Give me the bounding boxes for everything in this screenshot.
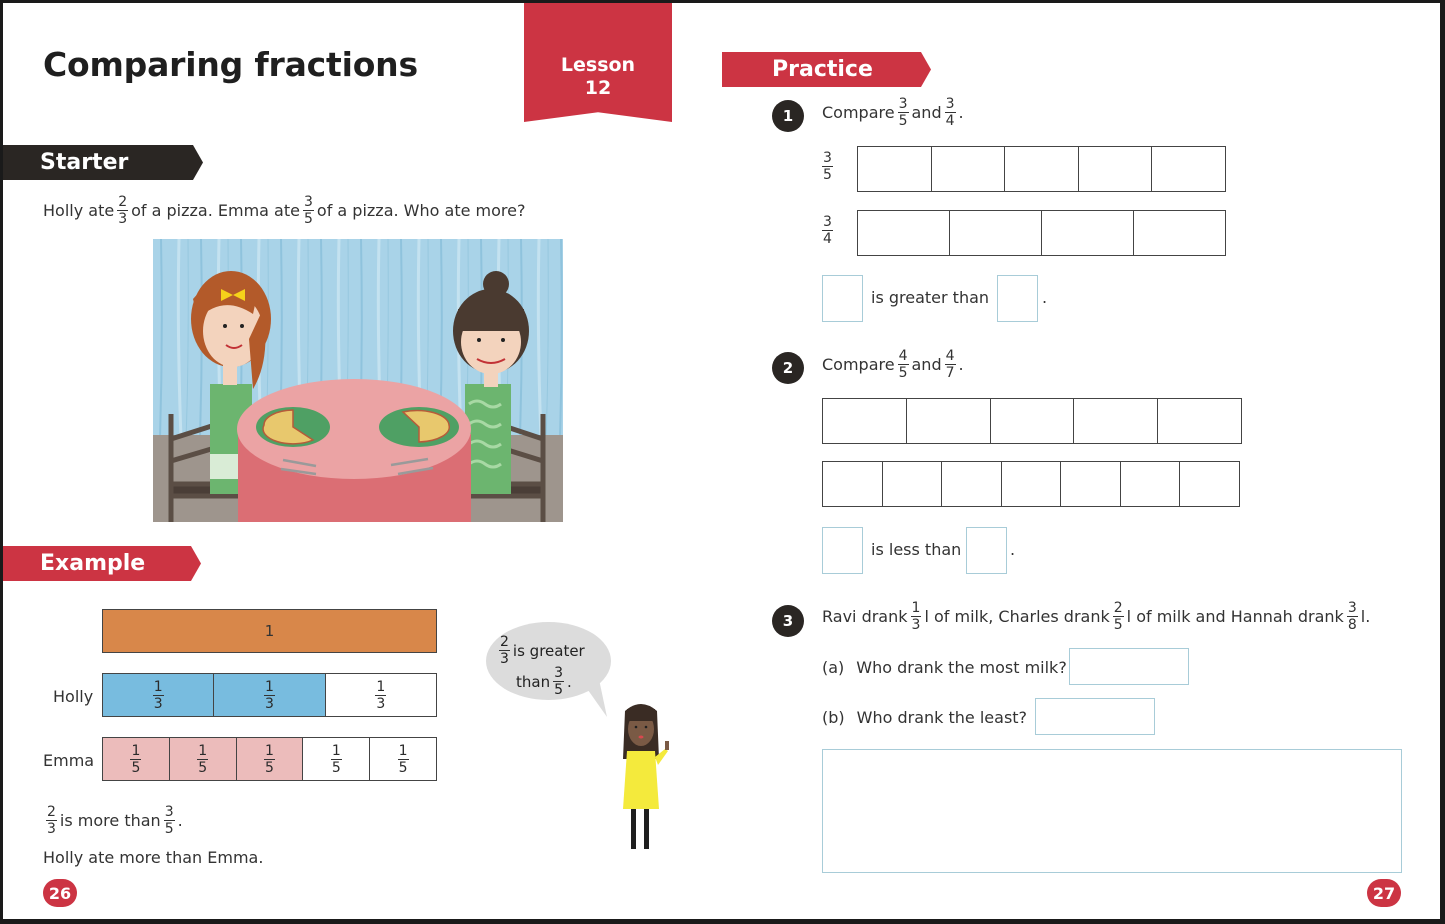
question-number-3: 3 <box>772 605 804 637</box>
whole-bar: 1 <box>102 609 437 653</box>
answer-sentence: is greater than <box>871 288 990 307</box>
strip-segment[interactable] <box>1074 399 1159 443</box>
strip-segment[interactable] <box>1061 462 1121 506</box>
strip-segment[interactable] <box>991 399 1075 443</box>
strip-segment[interactable] <box>1158 399 1241 443</box>
girl-character-illustration <box>623 704 669 849</box>
page-number-right: 27 <box>1367 879 1401 907</box>
holly-fraction-bar: 13 13 13 <box>102 673 437 717</box>
strip-segment[interactable] <box>942 462 1002 506</box>
strip-segment[interactable] <box>1152 147 1225 191</box>
strip-segment[interactable] <box>907 399 991 443</box>
lesson-banner: Lesson 12 <box>524 3 672 122</box>
answer-box-least-milk[interactable] <box>1035 698 1155 735</box>
answer-box-greater[interactable] <box>966 527 1007 574</box>
fraction: 15 <box>130 742 142 776</box>
example-conclusion: 23 is more than 35 . <box>46 804 183 837</box>
unshaded-fraction-cell: 15 <box>370 738 436 780</box>
strip-segment[interactable] <box>823 462 883 506</box>
strip-segment[interactable] <box>858 147 932 191</box>
fraction: 35 <box>302 194 314 227</box>
workbook-spread: Comparing fractions Lesson 12 Starter Ho… <box>3 3 1440 919</box>
answer-box-lesser[interactable] <box>997 275 1038 322</box>
strip-segment[interactable] <box>1042 211 1134 255</box>
sub-question-a: (a) Who drank the most milk? <box>822 658 1067 677</box>
question-text: of a pizza. Who ate more? <box>316 201 526 220</box>
strip-segment[interactable] <box>858 211 950 255</box>
shaded-fraction-cell: 15 <box>236 738 304 780</box>
shaded-fraction-cell: 15 <box>103 738 170 780</box>
working-area[interactable] <box>822 749 1402 873</box>
question-number-1: 1 <box>772 100 804 132</box>
fraction-strip-quarters[interactable] <box>857 210 1226 256</box>
fraction: 13 <box>375 678 387 712</box>
page-title: Comparing fractions <box>43 45 418 84</box>
question-text: of a pizza. Emma ate <box>131 201 300 220</box>
round-table <box>237 379 471 522</box>
lesson-number: 12 <box>584 77 612 99</box>
answer-box-less[interactable] <box>822 527 863 574</box>
strip-segment[interactable] <box>932 147 1006 191</box>
fraction: 15 <box>197 742 209 776</box>
strip-segment[interactable] <box>883 462 943 506</box>
fraction-strip-fifths[interactable] <box>822 398 1242 444</box>
fraction: 13 <box>152 678 164 712</box>
question-1-prompt: Compare 35 and 34 . <box>822 96 964 129</box>
unshaded-fraction-cell: 15 <box>303 738 371 780</box>
strip-segment[interactable] <box>1180 462 1239 506</box>
question-2-prompt: Compare 45 and 47 . <box>822 348 964 381</box>
question-3-prompt: Ravi drank 13 l of milk, Charles drank 2… <box>822 600 1371 633</box>
emma-pizza-plate <box>379 407 459 447</box>
bar-label-fraction: 35 <box>822 150 833 183</box>
answer-box-greater[interactable] <box>822 275 863 322</box>
answer-period: . <box>1010 540 1016 559</box>
emma-fraction-bar: 15 15 15 15 15 <box>102 737 437 781</box>
fraction: 15 <box>397 742 409 776</box>
fraction: 15 <box>330 742 342 776</box>
whole-bar-label: 1 <box>264 622 275 640</box>
answer-box-most-milk[interactable] <box>1069 648 1189 685</box>
strip-segment[interactable] <box>1005 147 1079 191</box>
question-number-2: 2 <box>772 352 804 384</box>
shaded-fraction-cell: 15 <box>169 738 237 780</box>
starter-illustration <box>153 239 563 522</box>
unshaded-fraction-cell: 13 <box>326 674 436 716</box>
example-conclusion-line2: Holly ate more than Emma. <box>43 848 264 867</box>
strip-segment[interactable] <box>950 211 1042 255</box>
pizza-table-illustration <box>153 239 563 522</box>
fraction-strip-fifths[interactable] <box>857 146 1226 192</box>
answer-period: . <box>1042 288 1048 307</box>
lesson-label: Lesson <box>560 54 636 76</box>
strip-segment[interactable] <box>1079 147 1153 191</box>
starter-question: Holly ate 23 of a pizza. Emma ate 35 of … <box>43 195 525 226</box>
practice-tag: Practice <box>722 52 931 87</box>
bar-label-fraction: 34 <box>822 214 833 247</box>
speech-bubble-text: 23 is greater than 35 . <box>499 634 585 698</box>
shaded-fraction-cell: 13 <box>214 674 326 716</box>
fraction: 23 <box>117 194 129 227</box>
answer-sentence: is less than <box>871 540 962 559</box>
shaded-fraction-cell: 13 <box>103 674 215 716</box>
strip-segment[interactable] <box>1002 462 1062 506</box>
row-label-holly: Holly <box>53 687 94 706</box>
sub-question-b: (b) Who drank the least? <box>822 708 1028 727</box>
example-tag: Example <box>3 546 201 581</box>
row-label-emma: Emma <box>43 751 95 770</box>
fraction: 15 <box>264 742 275 776</box>
strip-segment[interactable] <box>1134 211 1225 255</box>
starter-tag: Starter <box>3 145 203 180</box>
holly-pizza-plate <box>256 407 330 447</box>
strip-segment[interactable] <box>823 399 907 443</box>
question-text: Holly ate <box>43 201 115 220</box>
strip-segment[interactable] <box>1121 462 1181 506</box>
page-number-left: 26 <box>43 879 77 907</box>
fraction-strip-sevenths[interactable] <box>822 461 1240 507</box>
fraction: 13 <box>264 678 275 712</box>
